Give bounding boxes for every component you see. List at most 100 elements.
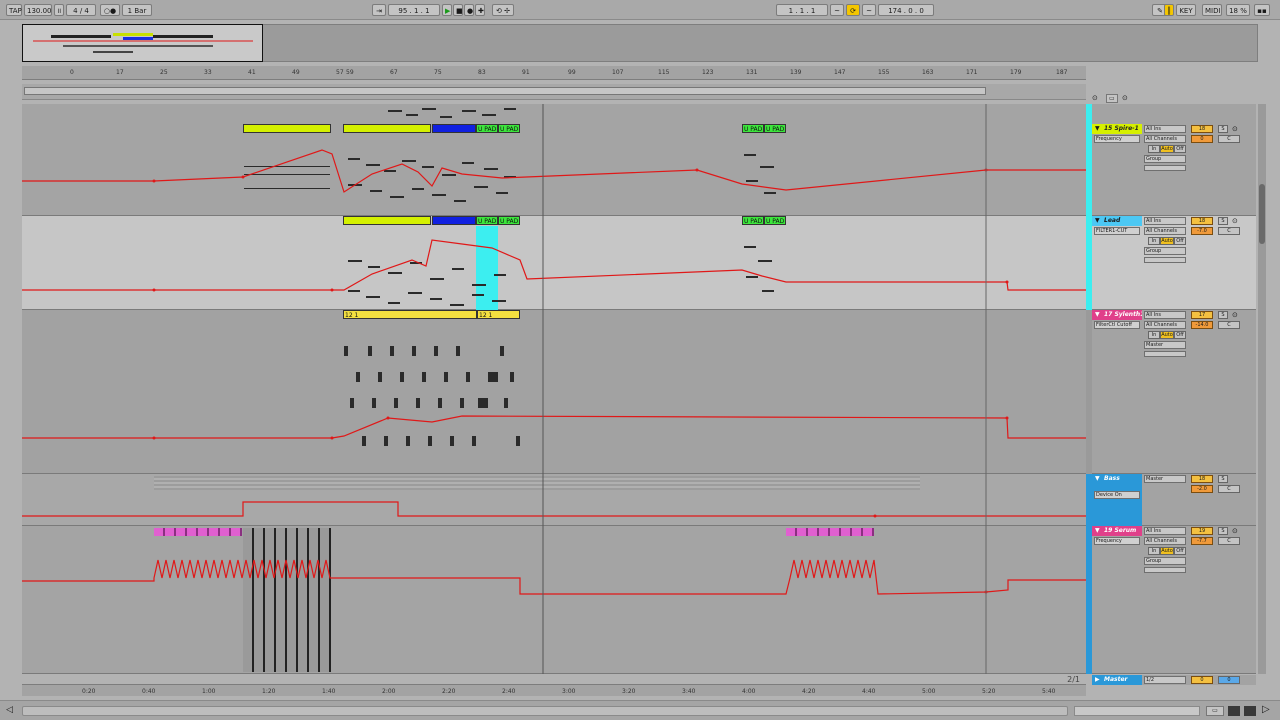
loop-brace-area[interactable] [22, 84, 1086, 100]
pan-center[interactable]: C [1218, 135, 1240, 143]
loop-brace[interactable] [24, 87, 986, 95]
solo-button[interactable]: S [1218, 217, 1228, 225]
solo-button[interactable]: S [1218, 475, 1228, 483]
punch-in-icon[interactable]: ~ [830, 4, 844, 16]
output-select[interactable]: Master [1144, 341, 1186, 349]
track-volume[interactable]: 18 [1191, 217, 1213, 225]
output-select[interactable]: Master [1144, 475, 1186, 483]
monitor-off-button[interactable]: Off [1174, 331, 1186, 339]
loop-length-field[interactable]: 174 . 0 . 0 [878, 4, 934, 16]
monitor-in-button[interactable]: In [1148, 547, 1160, 555]
monitor-auto-button[interactable]: Auto [1160, 547, 1174, 555]
output-select[interactable]: Group [1144, 247, 1186, 255]
io-toggle-icon[interactable]: ⊙ [1092, 94, 1098, 102]
time-signature-field[interactable]: 4 / 4 [66, 4, 96, 16]
output-channel-select[interactable] [1144, 257, 1186, 263]
song-position-field[interactable]: 95 . 1 . 1 [388, 4, 440, 16]
arm-icon[interactable]: ⊙ [1232, 217, 1238, 225]
solo-button[interactable]: S [1218, 311, 1228, 319]
clip-view-icon[interactable]: ▭ [1206, 706, 1224, 716]
fold-icon[interactable]: ▶ [1095, 676, 1100, 683]
quantize-select[interactable]: 1 Bar [122, 4, 152, 16]
fold-icon[interactable]: ▼ [1095, 475, 1100, 482]
fold-icon[interactable]: ▼ [1095, 125, 1100, 132]
fold-icon[interactable]: ▼ [1095, 311, 1100, 318]
track-pan-value[interactable]: -7.7 [1191, 537, 1213, 545]
track-header-serum[interactable]: 19 Serum ▼ All Ins Frequency All Channel… [1092, 526, 1256, 674]
overdub-icon[interactable]: ✚ [475, 4, 485, 16]
monitor-auto-button[interactable]: Auto [1160, 331, 1174, 339]
arm-icon[interactable]: ⊙ [1232, 527, 1238, 535]
pan-center[interactable]: C [1218, 485, 1240, 493]
input-select[interactable]: All Ins [1144, 311, 1186, 319]
solo-button[interactable]: S [1218, 527, 1228, 535]
pan-center[interactable]: C [1218, 227, 1240, 235]
track-pan-value[interactable]: -7.0 [1191, 227, 1213, 235]
track-volume[interactable]: 19 [1191, 527, 1213, 535]
loop-start-field[interactable]: 1 . 1 . 1 [776, 4, 828, 16]
master-pan[interactable]: 0 [1218, 676, 1240, 684]
pan-center[interactable]: C [1218, 321, 1240, 329]
channel-select[interactable]: All Channels [1144, 227, 1186, 235]
midi-map-button[interactable]: MIDI [1202, 4, 1222, 16]
output-select[interactable]: Group [1144, 557, 1186, 565]
master-volume[interactable]: 0 [1191, 676, 1213, 684]
midi-track-overview[interactable] [1074, 706, 1200, 716]
metronome-icon[interactable]: ○● [100, 4, 120, 16]
monitor-in-button[interactable]: In [1148, 145, 1160, 153]
arrow-icon[interactable]: ▷ [1262, 704, 1270, 715]
input-select[interactable]: All Ins [1144, 217, 1186, 225]
record-icon[interactable]: ● [464, 4, 474, 16]
automation-param-select[interactable]: FILTER1-CUT [1094, 227, 1140, 235]
output-channel-select[interactable] [1144, 165, 1186, 171]
tempo-field[interactable]: 130.00 [24, 4, 52, 16]
track-pan-value[interactable]: 0 [1191, 135, 1213, 143]
fold-icon[interactable]: ▼ [1095, 217, 1100, 224]
track-header-sylenth[interactable]: 17 Sylenth1 ▼ All Ins FilterCtl Cutoff A… [1092, 310, 1256, 474]
automation-param-select[interactable]: FilterCtl Cutoff [1094, 321, 1140, 329]
stop-icon[interactable]: ■ [453, 4, 463, 16]
arrangement-view[interactable]: U PAD U PAD U PAD U PAD U PAD U PAD U PA… [22, 104, 1086, 674]
master-output-select[interactable]: 1/2 [1144, 676, 1186, 684]
arm-icon[interactable]: ⊙ [1232, 125, 1238, 133]
output-channel-select[interactable] [1144, 567, 1186, 573]
overview-viewport[interactable] [22, 24, 263, 62]
follow-icon[interactable]: ⇥ [372, 4, 386, 16]
track-header-lead[interactable]: Lead ▼ All Ins FILTER1-CUT All Channels … [1092, 216, 1256, 310]
automation-param-select[interactable]: Device On [1094, 491, 1140, 499]
input-select[interactable]: All Ins [1144, 527, 1186, 535]
pan-center[interactable]: C [1218, 537, 1240, 545]
horizontal-scrollbar[interactable] [22, 706, 1068, 716]
vertical-scrollbar[interactable] [1258, 104, 1266, 674]
fold-icon[interactable]: ▼ [1095, 527, 1100, 534]
track-pan-value[interactable]: -14.0 [1191, 321, 1213, 329]
monitor-in-button[interactable]: In [1148, 331, 1160, 339]
solo-button[interactable]: S [1218, 125, 1228, 133]
loop-switch-icon[interactable]: ⟳ [846, 4, 860, 16]
track-volume[interactable]: 18 [1191, 125, 1213, 133]
arm-icon[interactable]: ⊙ [1232, 311, 1238, 319]
track-volume[interactable]: 18 [1191, 475, 1213, 483]
monitor-in-button[interactable]: In [1148, 237, 1160, 245]
track-header-bass[interactable]: Bass ▼ Master Device On 18 -2.0 S C [1092, 474, 1256, 526]
automation-param-select[interactable]: Frequency [1094, 537, 1140, 545]
play-icon[interactable]: ▶ [442, 4, 452, 16]
output-select[interactable]: Group [1144, 155, 1186, 163]
info-toggle-icon[interactable]: ◁ [6, 705, 13, 715]
device-view-icon[interactable] [1228, 706, 1240, 716]
set-toggle-icon[interactable]: ▭ [1106, 94, 1118, 103]
time-ruler[interactable]: 0:20 0:40 1:00 1:20 1:40 2:00 2:20 2:40 … [22, 684, 1086, 696]
mixer-toggle-icon[interactable]: ⊙ [1122, 94, 1128, 102]
track-volume[interactable]: 17 [1191, 311, 1213, 319]
key-map-switch-icon[interactable]: ║ [1164, 4, 1174, 16]
track-pan-value[interactable]: -2.0 [1191, 485, 1213, 493]
key-map-button[interactable]: KEY [1176, 4, 1196, 16]
punch-out-icon[interactable]: ~ [862, 4, 876, 16]
input-select[interactable]: All Ins [1144, 125, 1186, 133]
master-track-header[interactable]: Master ▶ 1/2 0 0 [1092, 675, 1256, 685]
monitor-off-button[interactable]: Off [1174, 547, 1186, 555]
track-header-spire[interactable]: 15 Spire-1 ▼ All Ins Frequency All Chann… [1092, 104, 1256, 216]
channel-select[interactable]: All Channels [1144, 537, 1186, 545]
channel-select[interactable]: All Channels [1144, 321, 1186, 329]
automation-arm-icon[interactable]: ⟲ ✢ [492, 4, 514, 16]
